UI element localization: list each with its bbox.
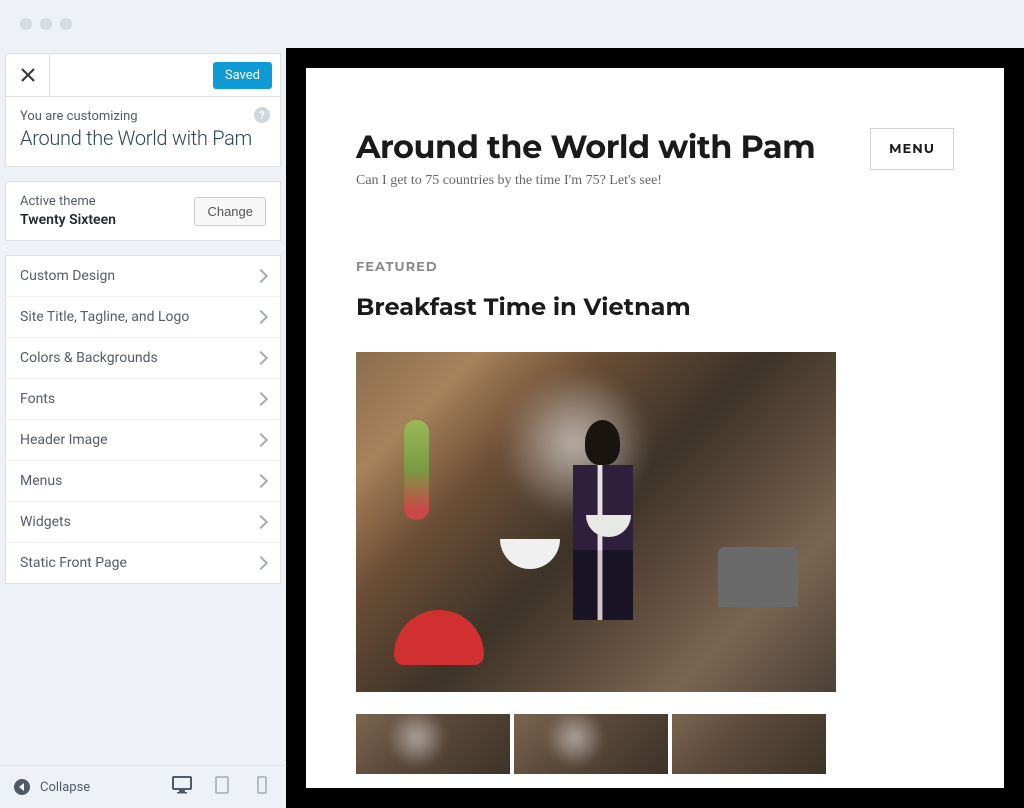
preview-site-tagline: Can I get to 75 countries by the time I'… bbox=[356, 173, 815, 189]
preview-pane: Around the World with Pam Can I get to 7… bbox=[286, 48, 1024, 808]
window-dot bbox=[40, 18, 52, 30]
chevron-right-icon bbox=[254, 433, 268, 447]
menu-item-label: Site Title, Tagline, and Logo bbox=[20, 309, 189, 325]
customizer-sidebar: Saved ? You are customizing Around the W… bbox=[0, 48, 286, 808]
browser-window: Saved ? You are customizing Around the W… bbox=[0, 0, 1024, 808]
customizer-menu-list: Custom Design Site Title, Tagline, and L… bbox=[5, 255, 281, 584]
preview-content: Around the World with Pam Can I get to 7… bbox=[306, 68, 1004, 788]
menu-item-static-front-page[interactable]: Static Front Page bbox=[6, 543, 280, 583]
help-icon[interactable]: ? bbox=[254, 107, 270, 123]
featured-label: FEATURED bbox=[356, 259, 954, 275]
theme-name: Twenty Sixteen bbox=[20, 212, 116, 228]
site-branding: Around the World with Pam Can I get to 7… bbox=[356, 128, 815, 189]
thumbnail[interactable] bbox=[514, 714, 668, 774]
chevron-right-icon bbox=[254, 556, 268, 570]
device-icons bbox=[172, 776, 272, 798]
mobile-icon[interactable] bbox=[252, 776, 272, 798]
window-dot bbox=[60, 18, 72, 30]
preview-site-title[interactable]: Around the World with Pam bbox=[356, 128, 815, 167]
chevron-right-icon bbox=[254, 474, 268, 488]
menu-item-header-image[interactable]: Header Image bbox=[6, 420, 280, 461]
menu-item-label: Widgets bbox=[20, 514, 71, 530]
menu-item-site-title[interactable]: Site Title, Tagline, and Logo bbox=[6, 297, 280, 338]
main-content: Saved ? You are customizing Around the W… bbox=[0, 48, 1024, 808]
menu-item-label: Fonts bbox=[20, 391, 55, 407]
customizing-site-name: Around the World with Pam bbox=[20, 126, 266, 150]
change-theme-button[interactable]: Change bbox=[194, 197, 266, 226]
menu-item-fonts[interactable]: Fonts bbox=[6, 379, 280, 420]
collapse-icon bbox=[14, 779, 30, 795]
collapse-label: Collapse bbox=[40, 780, 90, 795]
menu-item-label: Header Image bbox=[20, 432, 108, 448]
close-button[interactable] bbox=[6, 53, 50, 97]
chevron-right-icon bbox=[254, 310, 268, 324]
menu-item-label: Static Front Page bbox=[20, 555, 127, 571]
collapse-bar: Collapse bbox=[0, 765, 286, 808]
menu-item-label: Colors & Backgrounds bbox=[20, 350, 158, 366]
thumbnail-row bbox=[356, 714, 954, 774]
post-title[interactable]: Breakfast Time in Vietnam bbox=[356, 293, 954, 322]
menu-item-label: Menus bbox=[20, 473, 62, 489]
menu-item-custom-design[interactable]: Custom Design bbox=[6, 256, 280, 297]
window-dot bbox=[20, 18, 32, 30]
collapse-button[interactable]: Collapse bbox=[14, 779, 90, 795]
customizing-label: You are customizing bbox=[20, 109, 266, 124]
menu-item-colors[interactable]: Colors & Backgrounds bbox=[6, 338, 280, 379]
featured-image[interactable] bbox=[356, 352, 836, 692]
window-title-bar bbox=[0, 0, 1024, 48]
sidebar-top-bar: Saved bbox=[5, 53, 281, 97]
active-theme-block: Active theme Twenty Sixteen Change bbox=[5, 181, 281, 241]
chevron-right-icon bbox=[254, 515, 268, 529]
customizing-block: ? You are customizing Around the World w… bbox=[5, 97, 281, 167]
close-icon bbox=[21, 68, 35, 82]
tablet-icon[interactable] bbox=[212, 776, 232, 798]
active-theme-label: Active theme bbox=[20, 194, 116, 209]
chevron-right-icon bbox=[254, 351, 268, 365]
site-header: Around the World with Pam Can I get to 7… bbox=[356, 128, 954, 189]
desktop-icon[interactable] bbox=[172, 776, 192, 798]
saved-button[interactable]: Saved bbox=[213, 62, 272, 89]
menu-item-label: Custom Design bbox=[20, 268, 115, 284]
menu-item-widgets[interactable]: Widgets bbox=[6, 502, 280, 543]
preview-menu-button[interactable]: MENU bbox=[870, 128, 954, 170]
chevron-right-icon bbox=[254, 392, 268, 406]
menu-item-menus[interactable]: Menus bbox=[6, 461, 280, 502]
chevron-right-icon bbox=[254, 269, 268, 283]
thumbnail[interactable] bbox=[672, 714, 826, 774]
thumbnail[interactable] bbox=[356, 714, 510, 774]
theme-text: Active theme Twenty Sixteen bbox=[20, 194, 116, 228]
